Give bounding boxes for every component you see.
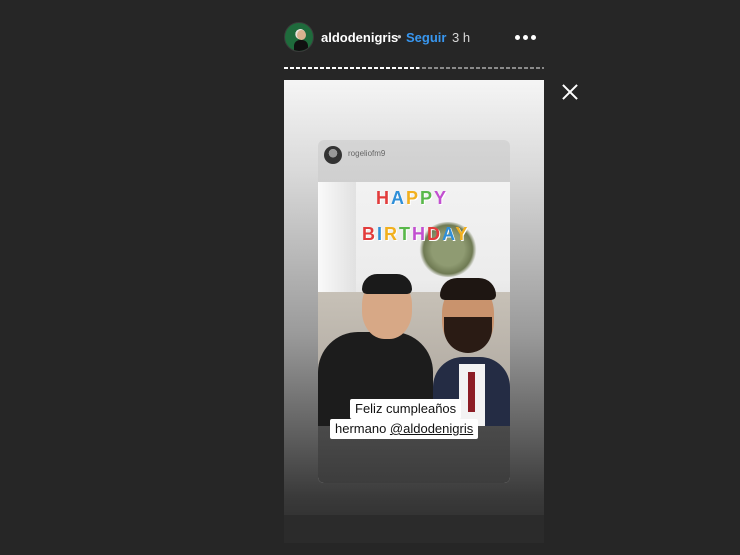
avatar-shirt — [294, 40, 308, 51]
birthday-sticker: BIRTHDAY — [362, 224, 469, 245]
sticker-letter: A — [391, 188, 406, 208]
sticker-letter: H — [376, 188, 391, 208]
follow-button[interactable]: Seguir — [406, 30, 446, 45]
sticker-letter: D — [427, 224, 443, 244]
caption-line-1: Feliz cumpleaños — [350, 399, 462, 419]
progress-fill — [284, 67, 420, 69]
photo-person-1-hair — [362, 274, 412, 294]
avatar-face — [297, 30, 306, 40]
sticker-letter: P — [406, 188, 421, 208]
story-frame[interactable]: rogeliofm9 HAPPY BIRTHDAY Feliz cumpleañ… — [284, 80, 544, 543]
caption-line-2: hermano @aldodenigris — [330, 419, 479, 439]
sticker-letter: H — [412, 224, 428, 244]
sticker-letter: A — [442, 224, 456, 244]
sticker-letter: T — [399, 224, 413, 244]
story-header: aldodenigris • Seguir 3 h — [284, 22, 540, 54]
shared-post-username: rogeliofm9 — [348, 149, 386, 158]
more-options-icon[interactable] — [514, 27, 538, 45]
shared-post-header: rogeliofm9 — [318, 140, 510, 182]
sticker-letter: P — [420, 188, 435, 208]
story-footer — [284, 515, 544, 543]
mention-link[interactable]: @aldodenigris — [390, 421, 473, 436]
close-icon[interactable] — [560, 82, 580, 102]
sticker-letter: I — [377, 224, 385, 244]
sticker-letter: Y — [434, 188, 449, 208]
sticker-letter: Y — [455, 224, 470, 244]
happy-sticker: HAPPY — [376, 188, 448, 209]
photo-person-2-hair — [440, 278, 496, 300]
time-ago: 3 h — [452, 30, 471, 45]
caption-line-2-prefix: hermano — [335, 421, 390, 436]
sticker-letter: B — [362, 224, 377, 244]
user-avatar[interactable] — [284, 22, 314, 52]
shared-post-photo: HAPPY BIRTHDAY — [318, 182, 510, 426]
story-progress-bar — [284, 67, 544, 69]
shared-post-avatar — [324, 146, 342, 164]
username-link[interactable]: aldodenigris — [321, 30, 398, 45]
sticker-letter: R — [384, 224, 400, 244]
photo-person-2-tie — [468, 372, 475, 412]
separator-dot: • — [397, 29, 402, 44]
